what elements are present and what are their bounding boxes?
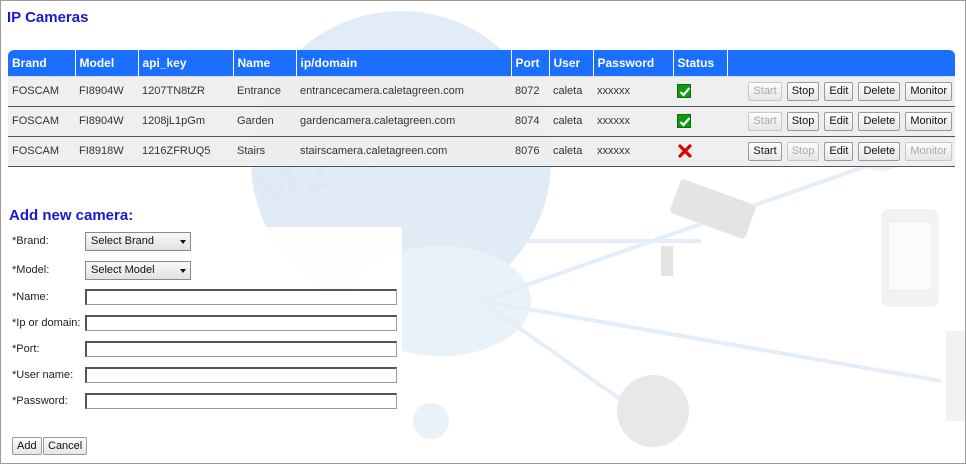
monitor-button[interactable]: Monitor	[905, 141, 952, 161]
name-input[interactable]	[85, 289, 397, 305]
cell-actions: Start Stop Edit Delete Monitor	[727, 106, 955, 137]
monitor-button[interactable]: Monitor	[905, 111, 952, 131]
col-header-ip-domain: ip/domain	[296, 50, 512, 76]
cell-ip-domain: gardencamera.caletagreen.com	[296, 106, 511, 137]
cell-status	[673, 106, 727, 137]
cell-actions: Start Stop Edit Delete Monitor	[727, 75, 955, 107]
cell-password: xxxxxx	[593, 75, 673, 107]
cell-api-key: 1208jL1pGm	[138, 106, 233, 137]
cell-ip-domain: stairscamera.caletagreen.com	[296, 136, 511, 167]
chevron-down-icon	[180, 240, 186, 244]
app-frame: M2M IP Cameras Brand Model api_key Name …	[0, 0, 966, 464]
add-button[interactable]: Add	[12, 437, 42, 455]
cell-port: 8076	[511, 136, 549, 167]
password-input[interactable]	[85, 393, 397, 409]
cell-status	[673, 75, 727, 107]
col-header-brand: Brand	[8, 50, 76, 76]
cell-password: xxxxxx	[593, 136, 673, 167]
ip-domain-input[interactable]	[85, 315, 397, 331]
stop-button[interactable]: Stop	[786, 81, 820, 101]
delete-button[interactable]: Delete	[858, 141, 901, 161]
edit-button[interactable]: Edit	[824, 81, 854, 101]
edit-button[interactable]: Edit	[824, 141, 854, 161]
check-icon	[677, 84, 691, 98]
cell-status	[673, 136, 727, 167]
col-header-name: Name	[233, 50, 297, 76]
name-label: *Name:	[12, 291, 49, 303]
model-select[interactable]: Select Model	[85, 261, 191, 280]
cell-api-key: 1216ZFRUQ5	[138, 136, 233, 167]
cell-brand: FOSCAM	[8, 136, 75, 167]
check-icon	[677, 114, 691, 128]
brand-label: *Brand:	[12, 235, 49, 247]
cell-brand: FOSCAM	[8, 106, 75, 137]
cell-brand: FOSCAM	[8, 75, 75, 107]
model-label: *Model:	[12, 264, 50, 276]
chevron-down-icon	[180, 269, 186, 273]
cell-model: FI8904W	[75, 106, 138, 137]
cell-user: caleta	[549, 75, 593, 107]
cell-actions: Start Stop Edit Delete Monitor	[727, 136, 955, 167]
table-row: FOSCAM FI8904W 1208jL1pGm Garden gardenc…	[8, 106, 955, 137]
user-name-input[interactable]	[85, 367, 397, 383]
table-row: FOSCAM FI8918W 1216ZFRUQ5 Stairs stairsc…	[8, 136, 955, 167]
cell-ip-domain: entrancecamera.caletagreen.com	[296, 75, 511, 107]
table-header-row: Brand Model api_key Name ip/domain Port …	[8, 50, 955, 76]
stop-button[interactable]: Stop	[786, 111, 820, 131]
cancel-button[interactable]: Cancel	[43, 437, 88, 455]
ip-domain-label: *Ip or domain:	[12, 317, 81, 329]
table-row: FOSCAM FI8904W 1207TN8tZR Entrance entra…	[8, 75, 955, 107]
page-title: IP Cameras	[7, 9, 89, 26]
password-label: *Password:	[12, 395, 68, 407]
brand-select[interactable]: Select Brand	[85, 232, 191, 251]
cell-user: caleta	[549, 136, 593, 167]
cell-password: xxxxxx	[593, 106, 673, 137]
col-header-api-key: api_key	[138, 50, 234, 76]
brand-select-value: Select Brand	[91, 235, 154, 247]
cell-port: 8074	[511, 106, 549, 137]
stop-button[interactable]: Stop	[786, 141, 820, 161]
start-button[interactable]: Start	[748, 81, 782, 101]
start-button[interactable]: Start	[748, 111, 782, 131]
col-header-user: User	[549, 50, 594, 76]
col-header-model: Model	[75, 50, 139, 76]
col-header-actions	[727, 50, 955, 76]
start-button[interactable]: Start	[748, 141, 782, 161]
cell-name: Garden	[233, 106, 296, 137]
col-header-password: Password	[593, 50, 674, 76]
add-camera-title: Add new camera:	[9, 207, 134, 224]
cross-icon	[677, 143, 693, 159]
port-label: *Port:	[12, 343, 40, 355]
cell-model: FI8904W	[75, 75, 138, 107]
cameras-table: Brand Model api_key Name ip/domain Port …	[8, 50, 955, 167]
delete-button[interactable]: Delete	[858, 81, 901, 101]
cell-name: Stairs	[233, 136, 296, 167]
edit-button[interactable]: Edit	[824, 111, 854, 131]
cell-api-key: 1207TN8tZR	[138, 75, 233, 107]
user-name-label: *User name:	[12, 369, 74, 381]
monitor-button[interactable]: Monitor	[905, 81, 952, 101]
model-select-value: Select Model	[91, 264, 155, 276]
cell-user: caleta	[549, 106, 593, 137]
cell-port: 8072	[511, 75, 549, 107]
col-header-port: Port	[511, 50, 550, 76]
port-input[interactable]	[85, 341, 397, 357]
col-header-status: Status	[673, 50, 728, 76]
delete-button[interactable]: Delete	[858, 111, 901, 131]
cell-model: FI8918W	[75, 136, 138, 167]
cell-name: Entrance	[233, 75, 296, 107]
